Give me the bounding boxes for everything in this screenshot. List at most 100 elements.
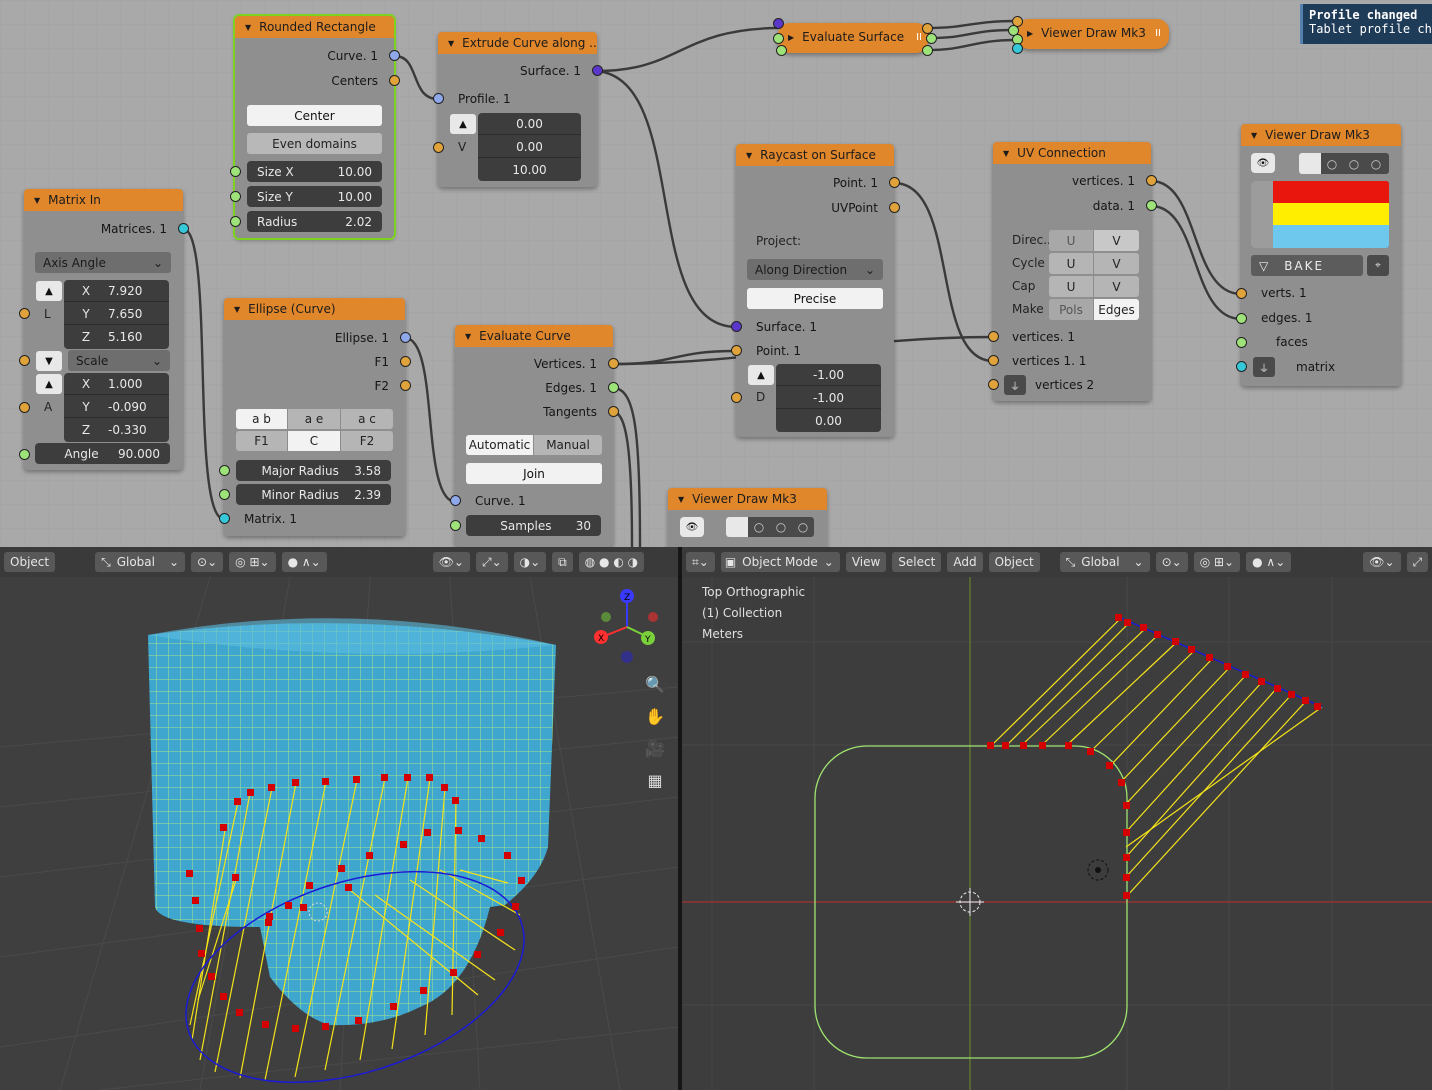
input-socket-size-x[interactable] — [230, 166, 241, 177]
vector-toggle-button[interactable]: ▲ — [450, 114, 476, 134]
object-menu[interactable]: Object — [4, 552, 56, 572]
input-socket-point[interactable] — [731, 345, 742, 356]
edge-color-swatch[interactable] — [1251, 203, 1389, 225]
direction-v-button[interactable]: V — [1094, 230, 1139, 251]
node-extrude-curve[interactable]: ▼ Extrude Curve along .. Surface. 1 Profi… — [433, 32, 603, 187]
cap-selector[interactable]: U V — [1049, 276, 1139, 297]
output-socket-data[interactable] — [1146, 200, 1157, 211]
input-socket-vertices-1-1[interactable] — [988, 355, 999, 366]
direction-z-value[interactable]: 0.00 — [776, 410, 881, 432]
vector-z-value[interactable]: 10.00 — [478, 159, 581, 181]
automatic-button[interactable]: Automatic — [466, 435, 534, 455]
node-evaluate-surface[interactable]: ▶ Evaluate Surface II — [773, 18, 937, 56]
centering-selector[interactable]: F1 C F2 — [236, 431, 393, 451]
mode-selector[interactable]: Automatic Manual — [466, 435, 602, 455]
input-socket-axis[interactable] — [19, 402, 30, 413]
orientation-dropdown[interactable]: ⤡ Global ⌄ — [95, 552, 186, 572]
output-socket-uvpoint[interactable] — [889, 202, 900, 213]
cycle-v-button[interactable]: V — [1094, 253, 1139, 274]
face-icon[interactable]: ○ — [1365, 153, 1387, 174]
visibility-button[interactable]: 👁⌄ — [1363, 552, 1401, 572]
eye-icon[interactable]: 👁 — [1251, 153, 1275, 173]
vector-y-value[interactable]: 0.00 — [478, 136, 581, 158]
output-socket-point[interactable] — [889, 177, 900, 188]
manual-button[interactable]: Manual — [534, 435, 602, 455]
display-mode-buttons[interactable]: ○ ○ ○ — [1299, 153, 1389, 174]
major-radius-field[interactable]: Major Radius 3.58 — [236, 460, 391, 481]
input-socket-matrix[interactable] — [1012, 43, 1023, 54]
bake-button[interactable]: ▽ BAKE — [1251, 255, 1363, 276]
pivot-point-button[interactable]: ⊙⌄ — [191, 552, 224, 572]
input-socket-location[interactable] — [19, 308, 30, 319]
location-toggle-button[interactable]: ▲ — [36, 281, 62, 301]
input-socket[interactable] — [773, 33, 784, 44]
collapse-triangle-icon[interactable]: ▼ — [448, 39, 454, 48]
display-mode-buttons[interactable]: ○ ○ ○ — [726, 517, 814, 537]
expand-triangle-icon[interactable]: ▶ — [788, 33, 794, 42]
collapse-triangle-icon[interactable]: ▼ — [34, 196, 40, 205]
object-mode-dropdown[interactable]: ▣ Object Mode ⌄ — [720, 552, 840, 572]
input-socket-vertices-2[interactable] — [988, 379, 999, 390]
make-selector[interactable]: Pols Edges — [1049, 299, 1139, 320]
minor-radius-field[interactable]: Minor Radius 2.39 — [236, 484, 391, 505]
direction-u-button[interactable]: U — [1049, 230, 1094, 251]
input-socket-curve[interactable] — [450, 495, 461, 506]
vertex-icon[interactable]: ○ — [748, 517, 770, 537]
location-vector-box[interactable]: X 7.920 Y 7.650 Z 5.160 — [64, 280, 169, 349]
expand-triangle-icon[interactable]: ▶ — [1027, 29, 1033, 38]
output-socket-vertices[interactable] — [608, 358, 619, 369]
input-socket-minor-radius[interactable] — [219, 489, 230, 500]
axis-vector-box[interactable]: X 1.000 Y -0.090 Z -0.330 — [64, 373, 169, 442]
node-viewer-draw-right[interactable]: ▼ Viewer Draw Mk3 👁 ○ ○ ○ ▽ BAKE ⌖ verts. … — [1236, 124, 1401, 386]
object-menu[interactable]: Object — [988, 552, 1040, 572]
ellipse-mode-selector[interactable]: a b a e a c — [236, 409, 393, 429]
input-socket-scale[interactable] — [19, 355, 30, 366]
vector-x-value[interactable]: 0.00 — [478, 113, 581, 135]
output-socket-matrices[interactable] — [178, 223, 189, 234]
direction-x-value[interactable]: -1.00 — [776, 364, 881, 386]
snap-button[interactable]: ◎ ⊞⌄ — [1193, 552, 1241, 572]
cycle-selector[interactable]: U V — [1049, 253, 1139, 274]
input-socket-direction[interactable] — [731, 392, 742, 403]
face-color-swatch[interactable] — [1251, 225, 1389, 248]
input-socket-profile[interactable] — [433, 93, 444, 104]
output-socket-centers[interactable] — [389, 75, 400, 86]
direction-selector[interactable]: U V — [1049, 230, 1139, 251]
output-socket[interactable] — [926, 33, 937, 44]
scale-toggle-button[interactable]: ▼ — [36, 351, 62, 371]
input-socket-samples[interactable] — [450, 520, 461, 531]
input-socket-matrix[interactable] — [1236, 361, 1247, 372]
size-x-field[interactable]: Size X 10.00 — [247, 161, 382, 182]
pivot-point-button[interactable]: ⊙⌄ — [1155, 552, 1188, 572]
output-socket-tangents[interactable] — [608, 406, 619, 417]
output-socket[interactable] — [922, 45, 933, 56]
pan-hand-icon[interactable]: ✋ — [643, 704, 667, 728]
samples-field[interactable]: Samples 30 — [466, 515, 601, 536]
proportional-edit-button[interactable]: ● ∧⌄ — [281, 552, 327, 572]
collapse-triangle-icon[interactable]: ▼ — [1003, 149, 1009, 158]
viewport-3d-top-orthographic[interactable]: ⌗⌄ ▣ Object Mode ⌄ View Select Add Object … — [682, 547, 1432, 1090]
input-socket-surface[interactable] — [731, 321, 742, 332]
project-dropdown[interactable]: Along Direction ⌄ — [747, 259, 883, 280]
edge-icon[interactable]: ○ — [1343, 153, 1365, 174]
select-menu[interactable]: Select — [892, 552, 942, 572]
input-socket-edges[interactable] — [1236, 313, 1247, 324]
color-swatches[interactable] — [1251, 181, 1389, 248]
node-rounded-rectangle[interactable]: ▼ Rounded Rectangle Curve. 1 Centers Cent… — [230, 14, 400, 240]
visibility-button[interactable]: 👁⌄ — [432, 552, 470, 572]
output-socket-edges[interactable] — [608, 382, 619, 393]
radius-field[interactable]: Radius 2.02 — [247, 211, 382, 232]
center-f2-button[interactable]: F2 — [341, 431, 393, 451]
vertex-color-swatch[interactable] — [1251, 181, 1389, 203]
face-icon[interactable]: ○ — [792, 517, 814, 537]
scale-dropdown[interactable]: Scale ⌄ — [68, 350, 170, 371]
output-socket-f2[interactable] — [400, 380, 411, 391]
node-viewer-draw-top[interactable]: ▶ Viewer Draw Mk3 II — [1008, 16, 1169, 54]
add-menu[interactable]: Add — [947, 552, 983, 572]
gizmo-button[interactable]: ⤢ — [1406, 552, 1429, 572]
size-y-field[interactable]: Size Y 10.00 — [247, 186, 382, 207]
axis-toggle-button[interactable]: ▲ — [36, 374, 62, 394]
mode-dropdown[interactable]: Axis Angle ⌄ — [35, 252, 171, 273]
input-socket-verts[interactable] — [1236, 288, 1247, 299]
center-c-button[interactable]: C — [288, 431, 341, 451]
